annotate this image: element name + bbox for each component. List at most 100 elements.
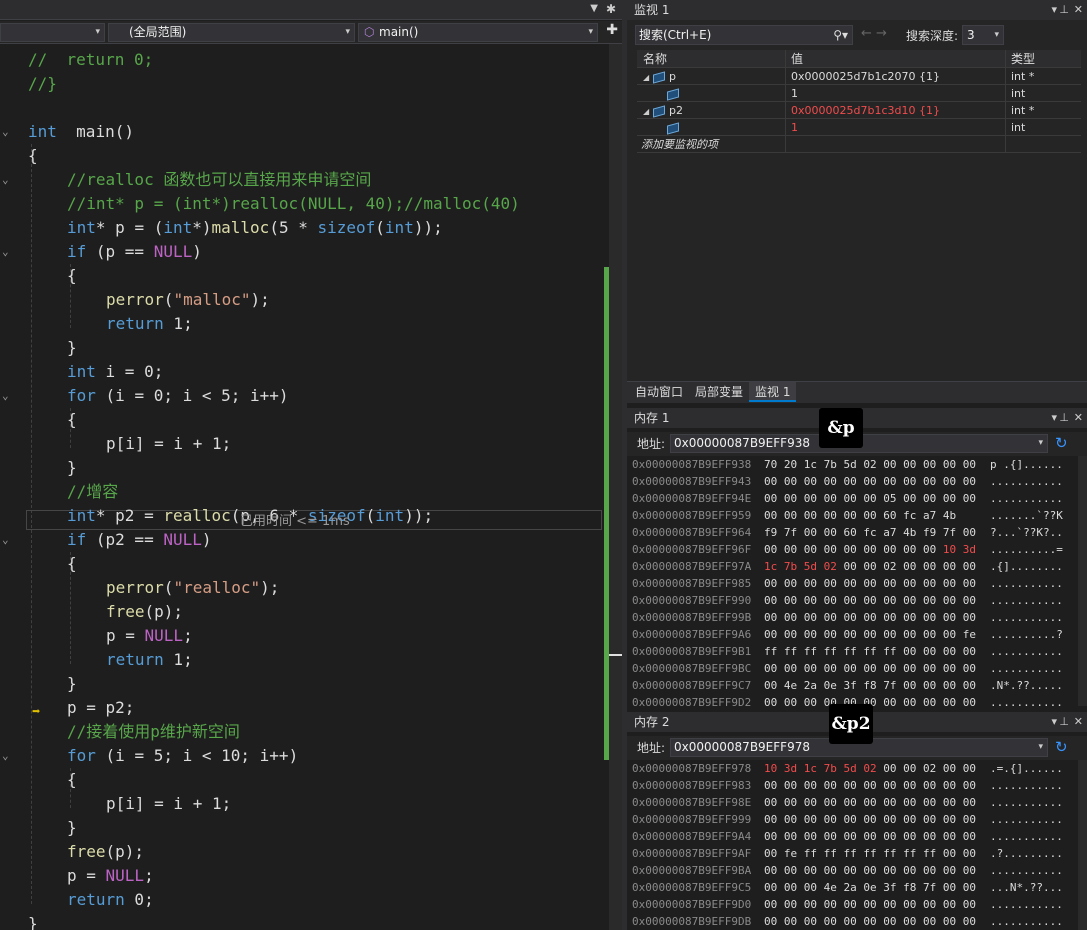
memory-byte: 00 bbox=[876, 864, 897, 877]
search-icon: ⚲▾ bbox=[833, 28, 848, 42]
code-token: (p == bbox=[86, 242, 154, 261]
code-token: i = 0; bbox=[95, 362, 164, 381]
memory-byte: 00 bbox=[797, 492, 817, 505]
refresh-icon[interactable]: ↻ bbox=[1055, 434, 1068, 452]
memory-ascii: .N*.??..... bbox=[990, 679, 1063, 692]
watch-name-cell[interactable] bbox=[637, 85, 785, 101]
refresh-icon[interactable]: ↻ bbox=[1055, 738, 1068, 756]
memory-byte: 00 bbox=[876, 611, 897, 624]
watch-search-input[interactable]: 搜索(Ctrl+E) ⚲▾ bbox=[635, 25, 853, 45]
fold-toggle-icon[interactable]: ⌄ bbox=[2, 240, 16, 264]
memory-byte: 00 bbox=[876, 577, 897, 590]
watch-value[interactable]: 0x0000025d7b1c3d10 {1} bbox=[785, 102, 1005, 118]
memory-address: 0x00000087B9EFF9AF bbox=[632, 847, 752, 860]
memory-address: 0x00000087B9EFF9A6 bbox=[632, 628, 752, 641]
memory-byte: 02 bbox=[916, 762, 937, 775]
pin-icon[interactable]: ⊥ bbox=[1059, 408, 1069, 428]
watch-add-row[interactable]: 添加要监视的项 bbox=[637, 136, 1081, 153]
header-value[interactable]: 值 bbox=[785, 50, 1005, 67]
memory-byte: 7f bbox=[916, 881, 937, 894]
chevron-down-icon[interactable]: ▾ bbox=[1051, 0, 1057, 20]
function-dropdown[interactable]: ⬡ main() ▾ bbox=[358, 23, 598, 42]
fold-toggle-icon[interactable]: ⌄ bbox=[2, 744, 16, 768]
memory-byte: 7f bbox=[876, 679, 897, 692]
header-type[interactable]: 类型 bbox=[1005, 50, 1081, 67]
tab-locals[interactable]: 局部变量 bbox=[689, 382, 749, 402]
watch-value[interactable]: 1 bbox=[785, 85, 1005, 101]
tab-dropdown-icon[interactable]: ▼ bbox=[590, 3, 598, 14]
memory-2-rows[interactable]: 0x00000087B9EFF978 10 3d 1c 7b 5d 02 00 0… bbox=[632, 760, 1079, 930]
close-icon[interactable]: ✕ bbox=[1074, 0, 1083, 20]
code-area[interactable]: // return 0; //} ⌄ int main() {⌄ //realloc 函数… bbox=[0, 44, 604, 930]
memory-byte: 00 bbox=[936, 645, 957, 658]
tab-watch-1[interactable]: 监视 1 bbox=[749, 382, 797, 402]
fold-toggle-icon[interactable]: ⌄ bbox=[2, 528, 16, 552]
chevron-down-icon[interactable]: ▾ bbox=[1051, 712, 1057, 732]
watch-row[interactable]: 1 int bbox=[637, 119, 1081, 136]
split-editor-icon[interactable]: ✚ bbox=[606, 22, 618, 38]
fold-toggle-icon[interactable]: ⌄ bbox=[2, 120, 16, 144]
code-token: p[i] = i + 1; bbox=[106, 434, 232, 453]
memory-byte: 00 bbox=[956, 898, 976, 911]
fold-toggle-icon[interactable]: ⌄ bbox=[2, 384, 16, 408]
add-watch-hint[interactable]: 添加要监视的项 bbox=[637, 136, 785, 152]
memory-byte: 00 bbox=[764, 679, 778, 692]
tab-autos[interactable]: 自动窗口 bbox=[629, 382, 689, 402]
pin-icon[interactable]: ⊥ bbox=[1059, 0, 1069, 20]
memory-2-scrollbar[interactable] bbox=[1078, 760, 1087, 930]
search-depth-select[interactable]: 3 ▾ bbox=[962, 25, 1004, 45]
search-nav-arrows-icon[interactable]: ← → bbox=[861, 26, 887, 41]
memory-1-rows[interactable]: 0x00000087B9EFF938 70 20 1c 7b 5d 02 00 0… bbox=[632, 456, 1079, 706]
close-icon[interactable]: ✕ bbox=[1074, 408, 1083, 428]
expand-icon[interactable]: ◢ bbox=[643, 103, 653, 118]
gear-icon[interactable]: ✱ bbox=[606, 2, 616, 16]
editor-scrollbar[interactable] bbox=[609, 44, 622, 930]
watch-value[interactable]: 1 bbox=[785, 119, 1005, 135]
code-token: ) bbox=[192, 242, 202, 261]
memory-byte: 00 bbox=[856, 813, 877, 826]
memory-byte: 00 bbox=[836, 594, 857, 607]
code-line: //int* p = (int*)realloc(NULL, 40);//mal… bbox=[67, 192, 520, 216]
project-dropdown[interactable]: ▾ bbox=[0, 23, 105, 42]
memory-bytes: ff ff ff ff ff ff ff 00 00 00 00 bbox=[764, 643, 976, 660]
watch-name-cell[interactable]: ◢ p2 bbox=[637, 102, 785, 118]
watch-row[interactable]: ◢ p 0x0000025d7b1c2070 {1} int * bbox=[637, 68, 1081, 85]
memory-byte: 00 bbox=[936, 594, 957, 607]
watch-name-cell[interactable]: ◢ p bbox=[637, 68, 785, 84]
code-token: } bbox=[67, 458, 77, 477]
memory-byte: 00 bbox=[777, 475, 798, 488]
header-name[interactable]: 名称 bbox=[637, 50, 785, 67]
memory-bytes: 00 00 00 00 00 00 00 00 00 00 00 bbox=[764, 609, 976, 626]
memory-byte: ff bbox=[876, 645, 897, 658]
watch-row[interactable]: 1 int bbox=[637, 85, 1081, 102]
fold-toggle-icon[interactable]: ⌄ bbox=[2, 168, 16, 192]
memory-byte: 00 bbox=[797, 898, 817, 911]
code-token: } bbox=[28, 914, 38, 930]
memory-1-scrollbar[interactable] bbox=[1078, 456, 1087, 706]
chevron-down-icon[interactable]: ▾ bbox=[1051, 408, 1057, 428]
memory-byte: 00 bbox=[764, 813, 778, 826]
memory-row: 0x00000087B9EFF9DB 00 00 00 00 00 00 00 0… bbox=[632, 913, 1079, 930]
code-token: p = bbox=[67, 866, 106, 885]
scope-dropdown[interactable]: (全局范围) ▾ bbox=[108, 23, 355, 42]
memory-byte: 00 bbox=[856, 475, 877, 488]
close-icon[interactable]: ✕ bbox=[1074, 712, 1083, 732]
memory-byte: 00 bbox=[956, 762, 976, 775]
code-line: //接着使用p维护新空间 bbox=[67, 720, 240, 744]
watch-value[interactable]: 0x0000025d7b1c2070 {1} bbox=[785, 68, 1005, 84]
watch-row[interactable]: ◢ p2 0x0000025d7b1c3d10 {1} int * bbox=[637, 102, 1081, 119]
memory-byte: 20 bbox=[777, 458, 798, 471]
code-token: return bbox=[67, 890, 125, 909]
watch-name-cell[interactable] bbox=[637, 119, 785, 135]
memory-row: 0x00000087B9EFF96F 00 00 00 00 00 00 00 0… bbox=[632, 541, 1079, 558]
pin-icon[interactable]: ⊥ bbox=[1059, 712, 1069, 732]
expand-icon[interactable]: ◢ bbox=[643, 69, 653, 84]
memory-byte: 00 bbox=[817, 915, 837, 928]
memory-byte: 1c bbox=[797, 762, 817, 775]
memory-address: 0x00000087B9EFF9B1 bbox=[632, 645, 752, 658]
memory-ascii: ........... bbox=[990, 915, 1063, 928]
code-line: free(p); bbox=[67, 840, 144, 864]
memory-byte: 00 bbox=[764, 830, 778, 843]
code-line: { bbox=[67, 408, 77, 432]
memory-byte: ff bbox=[856, 645, 877, 658]
